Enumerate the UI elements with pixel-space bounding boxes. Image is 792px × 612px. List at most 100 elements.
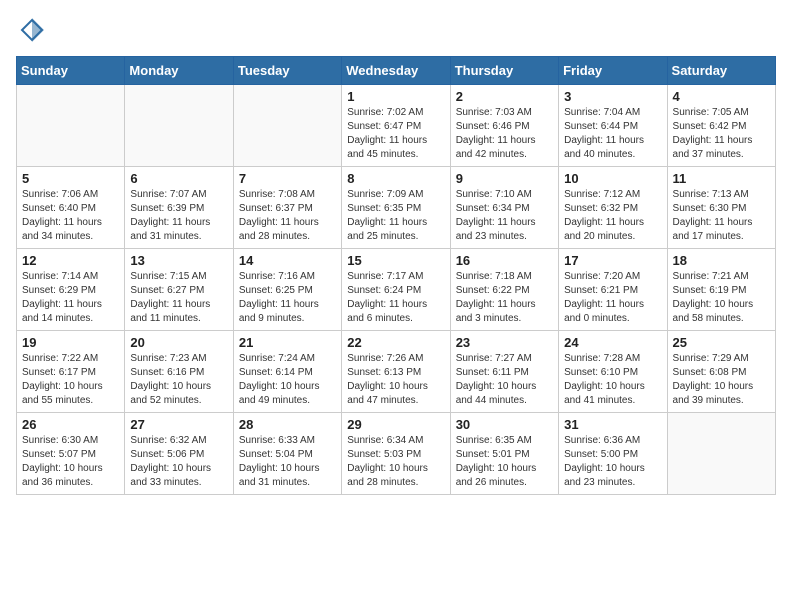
day-number: 31 [564,417,661,432]
day-info: Sunrise: 6:30 AM Sunset: 5:07 PM Dayligh… [22,434,119,490]
day-info: Sunrise: 7:28 AM Sunset: 6:10 PM Dayligh… [564,352,661,408]
day-number: 25 [673,335,770,350]
day-info: Sunrise: 7:29 AM Sunset: 6:08 PM Dayligh… [673,352,770,408]
day-header-friday: Friday [559,57,667,85]
day-info: Sunrise: 7:18 AM Sunset: 6:22 PM Dayligh… [456,270,553,326]
calendar-cell: 31 Sunrise: 6:36 AM Sunset: 5:00 PM Dayli… [559,413,667,495]
day-info: Sunrise: 7:27 AM Sunset: 6:11 PM Dayligh… [456,352,553,408]
day-info: Sunrise: 7:07 AM Sunset: 6:39 PM Dayligh… [130,188,227,244]
calendar-cell: 20Sunrise: 7:23 AM Sunset: 6:16 PM Dayli… [125,331,233,413]
day-number: 3 [564,89,661,104]
day-header-sunday: Sunday [17,57,125,85]
calendar-cell: 17 Sunrise: 7:20 AM Sunset: 6:21 PM Dayli… [559,249,667,331]
day-number: 28 [239,417,336,432]
day-number: 5 [22,171,119,186]
calendar-cell: 5 Sunrise: 7:06 AM Sunset: 6:40 PM Daylig… [17,167,125,249]
day-header-monday: Monday [125,57,233,85]
day-number: 12 [22,253,119,268]
day-info: Sunrise: 7:22 AM Sunset: 6:17 PM Dayligh… [22,352,119,408]
day-number: 30 [456,417,553,432]
day-header-saturday: Saturday [667,57,775,85]
calendar-cell: 24 Sunrise: 7:28 AM Sunset: 6:10 PM Dayli… [559,331,667,413]
day-info: Sunrise: 6:32 AM Sunset: 5:06 PM Dayligh… [130,434,227,490]
day-info: Sunrise: 7:08 AM Sunset: 6:37 PM Dayligh… [239,188,336,244]
calendar-cell: 11 Sunrise: 7:13 AM Sunset: 6:30 PM Dayli… [667,167,775,249]
calendar-cell: 3 Sunrise: 7:04 AM Sunset: 6:44 PM Daylig… [559,85,667,167]
calendar-cell [667,413,775,495]
calendar-cell: 15 Sunrise: 7:17 AM Sunset: 6:24 PM Dayli… [342,249,450,331]
day-number: 23 [456,335,553,350]
day-info: Sunrise: 7:14 AM Sunset: 6:29 PM Dayligh… [22,270,119,326]
day-header-thursday: Thursday [450,57,558,85]
calendar-cell: 27 Sunrise: 6:32 AM Sunset: 5:06 PM Dayli… [125,413,233,495]
calendar-cell: 16 Sunrise: 7:18 AM Sunset: 6:22 PM Dayli… [450,249,558,331]
calendar-cell: 10Sunrise: 7:12 AM Sunset: 6:32 PM Dayli… [559,167,667,249]
calendar-week-row: 19 Sunrise: 7:22 AM Sunset: 6:17 PM Dayli… [17,331,776,413]
day-info: Sunrise: 6:36 AM Sunset: 5:00 PM Dayligh… [564,434,661,490]
calendar-cell: 30 Sunrise: 6:35 AM Sunset: 5:01 PM Dayli… [450,413,558,495]
calendar-cell: 18 Sunrise: 7:21 AM Sunset: 6:19 PM Dayli… [667,249,775,331]
calendar-week-row: 26 Sunrise: 6:30 AM Sunset: 5:07 PM Dayli… [17,413,776,495]
day-info: Sunrise: 7:15 AM Sunset: 6:27 PM Dayligh… [130,270,227,326]
calendar-cell: 7Sunrise: 7:08 AM Sunset: 6:37 PM Daylig… [233,167,341,249]
day-info: Sunrise: 7:10 AM Sunset: 6:34 PM Dayligh… [456,188,553,244]
day-number: 24 [564,335,661,350]
calendar-cell: 23 Sunrise: 7:27 AM Sunset: 6:11 PM Dayli… [450,331,558,413]
day-info: Sunrise: 7:21 AM Sunset: 6:19 PM Dayligh… [673,270,770,326]
day-info: Sunrise: 7:09 AM Sunset: 6:35 PM Dayligh… [347,188,444,244]
calendar: SundayMondayTuesdayWednesdayThursdayFrid… [16,56,776,495]
day-info: Sunrise: 6:35 AM Sunset: 5:01 PM Dayligh… [456,434,553,490]
day-info: Sunrise: 7:13 AM Sunset: 6:30 PM Dayligh… [673,188,770,244]
day-info: Sunrise: 7:03 AM Sunset: 6:46 PM Dayligh… [456,106,553,162]
calendar-cell [233,85,341,167]
calendar-cell: 26 Sunrise: 6:30 AM Sunset: 5:07 PM Dayli… [17,413,125,495]
calendar-week-row: 1 Sunrise: 7:02 AM Sunset: 6:47 PM Daylig… [17,85,776,167]
calendar-cell: 12 Sunrise: 7:14 AM Sunset: 6:29 PM Dayli… [17,249,125,331]
day-number: 13 [130,253,227,268]
calendar-cell: 8 Sunrise: 7:09 AM Sunset: 6:35 PM Daylig… [342,167,450,249]
day-info: Sunrise: 7:02 AM Sunset: 6:47 PM Dayligh… [347,106,444,162]
day-info: Sunrise: 7:20 AM Sunset: 6:21 PM Dayligh… [564,270,661,326]
day-header-wednesday: Wednesday [342,57,450,85]
day-number: 6 [130,171,227,186]
day-info: Sunrise: 7:17 AM Sunset: 6:24 PM Dayligh… [347,270,444,326]
day-number: 15 [347,253,444,268]
calendar-cell: 9 Sunrise: 7:10 AM Sunset: 6:34 PM Daylig… [450,167,558,249]
day-number: 29 [347,417,444,432]
day-number: 27 [130,417,227,432]
day-number: 20 [130,335,227,350]
day-number: 11 [673,171,770,186]
calendar-cell: 13 Sunrise: 7:15 AM Sunset: 6:27 PM Dayli… [125,249,233,331]
day-header-tuesday: Tuesday [233,57,341,85]
day-number: 26 [22,417,119,432]
logo-icon [18,16,46,44]
day-number: 9 [456,171,553,186]
day-number: 17 [564,253,661,268]
calendar-cell: 21 Sunrise: 7:24 AM Sunset: 6:14 PM Dayli… [233,331,341,413]
day-number: 1 [347,89,444,104]
day-number: 16 [456,253,553,268]
day-info: Sunrise: 7:24 AM Sunset: 6:14 PM Dayligh… [239,352,336,408]
day-number: 10 [564,171,661,186]
day-info: Sunrise: 6:34 AM Sunset: 5:03 PM Dayligh… [347,434,444,490]
calendar-cell: 29 Sunrise: 6:34 AM Sunset: 5:03 PM Dayli… [342,413,450,495]
day-number: 21 [239,335,336,350]
day-number: 18 [673,253,770,268]
page-header [16,16,776,44]
calendar-header-row: SundayMondayTuesdayWednesdayThursdayFrid… [17,57,776,85]
calendar-cell: 1 Sunrise: 7:02 AM Sunset: 6:47 PM Daylig… [342,85,450,167]
day-number: 8 [347,171,444,186]
calendar-cell: 19 Sunrise: 7:22 AM Sunset: 6:17 PM Dayli… [17,331,125,413]
day-number: 19 [22,335,119,350]
day-number: 22 [347,335,444,350]
day-info: Sunrise: 7:06 AM Sunset: 6:40 PM Dayligh… [22,188,119,244]
day-number: 2 [456,89,553,104]
day-number: 4 [673,89,770,104]
calendar-cell [17,85,125,167]
day-number: 14 [239,253,336,268]
day-info: Sunrise: 7:04 AM Sunset: 6:44 PM Dayligh… [564,106,661,162]
calendar-cell: 2 Sunrise: 7:03 AM Sunset: 6:46 PM Daylig… [450,85,558,167]
calendar-cell [125,85,233,167]
logo [16,16,46,44]
calendar-cell: 28Sunrise: 6:33 AM Sunset: 5:04 PM Dayli… [233,413,341,495]
